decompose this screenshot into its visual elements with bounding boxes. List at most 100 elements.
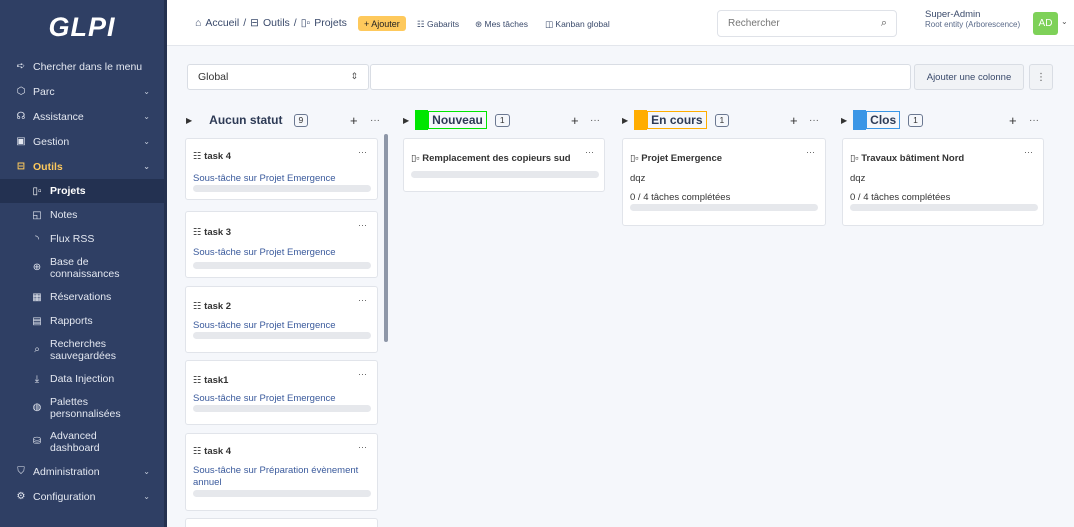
calendar-icon: ▦ [32,291,42,303]
glpi-logo[interactable]: GLPI [0,0,164,54]
user-name[interactable]: Super-Admin [925,9,980,20]
kanban-card[interactable]: ☷ task 3 ··· Sous-tâche sur Projet Emerg… [185,211,378,278]
sidebar-subitem-advanced-dashboard[interactable]: ⛁ Advanced dashboard [0,425,164,459]
kanban-card[interactable]: ☷ task 4 ··· Sous-tâche sur Projet Emerg… [185,138,378,200]
templates-icon: ☷ [417,19,427,29]
projects-icon: ▯▫ [850,153,862,164]
sidebar-item-gestion[interactable]: ▣ Gestion ⌄ [0,129,164,154]
kanban-icon: ◫ [545,19,556,29]
chevron-down-icon: ⌄ [143,162,150,171]
sidebar-subitem-label-line2: connaissances [50,268,120,280]
breadcrumb-outils[interactable]: Outils [263,17,290,29]
kanban-filter-input[interactable] [370,64,911,90]
kanban-card[interactable] [185,518,378,527]
column-count-badge: 9 [293,113,309,127]
kanban-scope-select[interactable]: Global ⇕ [187,64,369,90]
collapse-caret-icon[interactable]: ▶ [841,116,847,125]
column-header-closed: ▶ Clos 1 + ··· [841,110,1046,130]
sidebar: GLPI ➪ Chercher dans le menu ⬡ Parc ⌄ ☊ … [0,0,164,527]
chevron-down-icon[interactable]: ⌄ [1061,17,1068,26]
card-task-progress: 0 / 4 tâches complétées [850,192,951,203]
sidebar-subitem-knowledge-base[interactable]: ⊕ Base de connaissances [0,251,164,285]
card-title: ▯▫ Projet Emergence [630,153,722,164]
add-item-button[interactable]: + [571,113,579,128]
card-menu-button[interactable]: ··· [806,147,815,157]
sidebar-subitem-saved-searches[interactable]: ⌕ Recherches sauvegardées [0,333,164,367]
download-icon: ⤓ [34,373,40,385]
card-parent-link[interactable]: Sous-tâche sur Projet Emergence [193,247,336,259]
card-parent-link[interactable]: Sous-tâche sur Projet Emergence [193,173,336,185]
column-menu-button[interactable]: ··· [370,115,380,126]
sidebar-subitem-notes[interactable]: ◱ Notes [0,203,164,227]
kanban-card[interactable]: ☷ task1 ··· Sous-tâche sur Projet Emerge… [185,360,378,425]
templates-link[interactable]: ☷ Gabarits [417,19,459,30]
select-arrows-icon: ⇕ [350,71,358,81]
column-title: Aucun statut [209,113,283,127]
card-menu-button[interactable]: ··· [358,147,367,157]
sidebar-item-label: Assistance [33,110,84,123]
user-entity[interactable]: Root entity (Arborescence) [925,20,1020,29]
add-item-button[interactable]: + [790,113,798,128]
search-input[interactable] [718,11,868,36]
sidebar-item-outils[interactable]: ⊟ Outils ⌄ [0,154,164,179]
sidebar-item-search-menu[interactable]: ➪ Chercher dans le menu [0,54,164,79]
kanban-scope-value: Global [198,71,229,83]
card-title: ▯▫ Remplacement des copieurs sud [411,153,571,164]
kanban-card[interactable]: ☷ task 4 ··· Sous-tâche sur Préparation … [185,433,378,511]
sidebar-item-parc[interactable]: ⬡ Parc ⌄ [0,79,164,104]
sidebar-subitem-projets[interactable]: ▯▫ Projets [0,179,164,203]
card-parent-link-line2: annuel [193,477,222,488]
add-column-button[interactable]: Ajouter une colonne [914,64,1024,90]
card-menu-button[interactable]: ··· [585,147,594,157]
breadcrumb-home[interactable]: Accueil [205,17,239,29]
sidebar-subitem-rapports[interactable]: ▤ Rapports [0,309,164,333]
sidebar-subitem-data-injection[interactable]: ⤓ Data Injection [0,367,164,391]
kanban-card[interactable]: ▯▫ Remplacement des copieurs sud ··· [403,138,605,192]
card-menu-button[interactable]: ··· [1024,147,1033,157]
card-parent-link[interactable]: Sous-tâche sur Projet Emergence [193,393,336,405]
card-progress-bar [411,171,599,178]
kanban-card[interactable]: ▯▫ Travaux bâtiment Nord ··· dqz 0 / 4 t… [842,138,1044,226]
breadcrumb-projets[interactable]: Projets [314,17,347,29]
sidebar-item-configuration[interactable]: ⚙ Configuration ⌄ [0,484,164,509]
card-menu-button[interactable]: ··· [358,220,367,230]
sidebar-item-label: Administration [33,465,100,478]
card-menu-button[interactable]: ··· [358,295,367,305]
kanban-card[interactable]: ▯▫ Projet Emergence ··· dqz 0 / 4 tâches… [622,138,826,226]
breadcrumb: ⌂ Accueil / ⊟ Outils / ▯▫ Projets [195,17,351,29]
collapse-caret-icon[interactable]: ▶ [186,116,192,125]
sidebar-subitem-reservations[interactable]: ▦ Réservations [0,285,164,309]
arrow-right-icon: ➪ [16,61,26,72]
card-menu-button[interactable]: ··· [358,369,367,379]
avatar[interactable]: AD [1033,12,1058,35]
sidebar-subitem-palettes[interactable]: ◍ Palettes personnalisées [0,391,164,425]
sidebar-subitem-rss[interactable]: ◝ Flux RSS [0,227,164,251]
task-icon: ☷ [193,151,205,162]
add-item-button[interactable]: + [1009,113,1017,128]
projects-icon: ▯▫ [411,153,423,164]
lifebuoy-icon: ⊕ [32,262,42,273]
column-menu-button[interactable]: ··· [809,115,819,126]
column-menu-button[interactable]: ··· [1029,115,1039,126]
sidebar-item-label: Configuration [33,490,96,503]
sidebar-item-administration[interactable]: ⛉ Administration ⌄ [0,459,164,484]
card-title-text: task 4 [204,151,232,162]
add-item-button[interactable]: + [350,113,358,128]
search-icon[interactable]: ⌕ [881,17,887,30]
card-parent-link[interactable]: Sous-tâche sur Préparation évènement annu… [193,465,358,489]
kanban-card[interactable]: ☷ task 2 ··· Sous-tâche sur Projet Emerg… [185,286,378,353]
column-menu-button[interactable]: ··· [590,115,600,126]
global-kanban-link[interactable]: ◫ Kanban global [545,19,610,30]
card-menu-button[interactable]: ··· [358,442,367,452]
collapse-caret-icon[interactable]: ▶ [622,116,628,125]
sidebar-subitem-label-line2: dashboard [50,442,100,454]
card-task-progress: 0 / 4 tâches complétées [630,192,731,203]
card-parent-link[interactable]: Sous-tâche sur Projet Emergence [193,320,336,332]
add-button[interactable]: + Ajouter [358,16,406,31]
sidebar-item-assistance[interactable]: ☊ Assistance ⌄ [0,104,164,129]
card-title: ☷ task 3 [193,227,231,238]
column-scrollbar[interactable] [384,134,388,342]
collapse-caret-icon[interactable]: ▶ [403,116,409,125]
my-tasks-link[interactable]: ⊛ Mes tâches [475,19,528,30]
more-options-button[interactable]: ⋮ [1029,64,1053,90]
